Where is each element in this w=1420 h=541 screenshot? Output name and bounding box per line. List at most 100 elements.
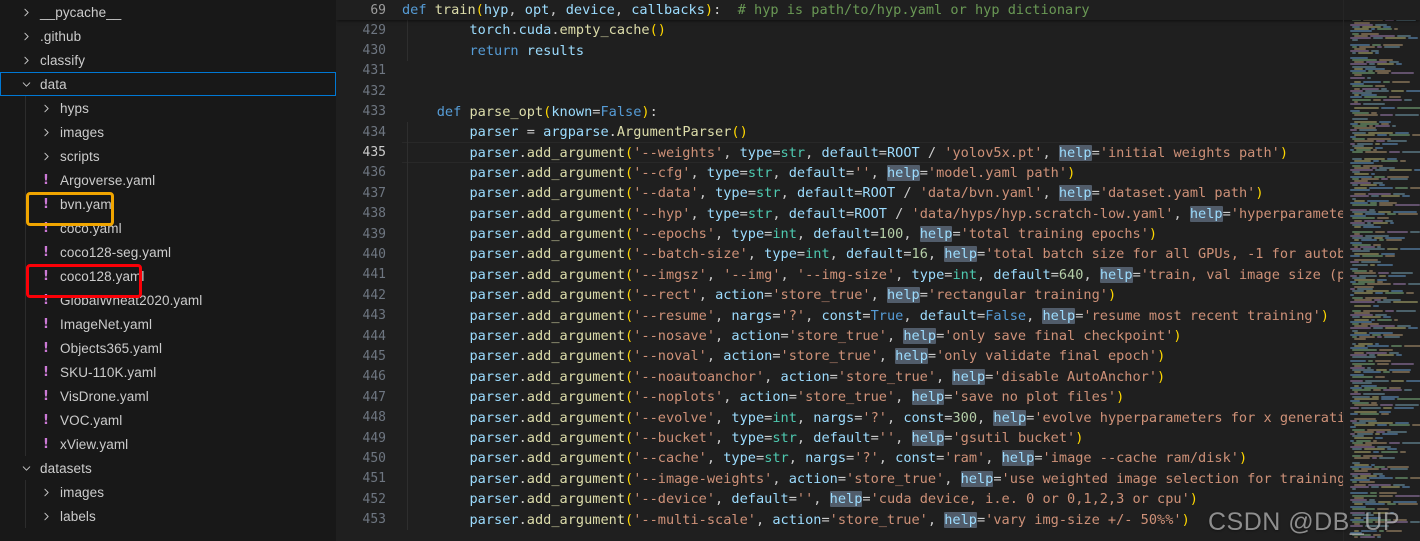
tree-item-classify[interactable]: classify [0,48,336,72]
yaml-file-icon: ! [43,196,49,212]
chevron-right-icon [38,124,54,140]
minimap-line [1350,103,1361,105]
minimap-line [1404,345,1420,347]
minimap-line [1379,239,1384,242]
code-line-446[interactable]: 446 parser.add_argument('--noautoanchor'… [336,367,1420,387]
tree-item-objects365-yaml[interactable]: ! Objects365.yaml [0,336,336,360]
code-line-435[interactable]: 435 parser.add_argument('--weights', typ… [336,142,1420,163]
minimap-line [1375,125,1390,127]
tree-item-label: coco128-seg.yaml [60,244,172,260]
chevron-right-icon [38,148,54,164]
code-line-436[interactable]: 436 parser.add_argument('--cfg', type=st… [336,163,1420,183]
tree-item-coco-yaml[interactable]: ! coco.yaml [0,216,336,240]
tree-item-coco128-yaml[interactable]: ! coco128.yaml [0,264,336,288]
minimap[interactable] [1343,0,1420,541]
minimap-line [1375,375,1385,378]
code-line-443[interactable]: 443 parser.add_argument('--resume', narg… [336,305,1420,325]
tree-item-images[interactable]: images [0,120,336,144]
minimap-line [1389,133,1410,136]
code-line-441[interactable]: 441 parser.add_argument('--imgsz', '--im… [336,265,1420,285]
minimap-line [1361,406,1381,409]
minimap-line [1354,338,1366,341]
line-code: parser.add_argument('--resume', nargs='?… [469,307,1329,324]
code-line-450[interactable]: 450 parser.add_argument('--cache', type=… [336,448,1420,468]
tree-item-label: ImageNet.yaml [60,316,153,332]
code-line-448[interactable]: 448 parser.add_argument('--evolve', type… [336,407,1420,427]
code-line-430[interactable]: 430 return results [336,40,1420,60]
tree-item-datasets[interactable]: datasets [0,456,336,480]
minimap-line [1352,375,1373,378]
minimap-line [1394,406,1414,409]
minimap-line [1387,503,1396,506]
minimap-line [1371,485,1379,488]
code-line-433[interactable]: 433 def parse_opt(known=False): [336,102,1420,122]
tree-item--pycache-[interactable]: __pycache__ [0,0,336,24]
tree-item-globalwheat2020-yaml[interactable]: ! GlobalWheat2020.yaml [0,288,336,312]
chevron-down-icon [18,76,34,92]
minimap-line [1391,72,1414,75]
tree-item-xview-yaml[interactable]: ! xView.yaml [0,432,336,456]
line-code: parser.add_argument('--evolve', type=int… [469,409,1379,426]
line-code: torch.cuda.empty_cache() [469,22,666,39]
tree-item-label: images [60,484,105,500]
tree-item--github[interactable]: .github [0,24,336,48]
minimap-line [1391,345,1402,347]
code-line-452[interactable]: 452 parser.add_argument('--device', defa… [336,489,1420,509]
code-line-445[interactable]: 445 parser.add_argument('--noval', actio… [336,346,1420,366]
minimap-line [1397,397,1420,400]
code-line-447[interactable]: 447 parser.add_argument('--noplots', act… [336,387,1420,407]
minimap-line [1354,114,1378,116]
minimap-line [1373,98,1381,101]
line-code: parser.add_argument('--nosave', action='… [469,328,1182,345]
code-editor[interactable]: 69 def train(hyp, opt, device, callbacks… [336,0,1420,541]
tree-item-sku-110k-yaml[interactable]: ! SKU-110K.yaml [0,360,336,384]
code-lines-container[interactable]: 429 torch.cuda.empty_cache() 430 return r… [336,20,1420,541]
code-line-444[interactable]: 444 parser.add_argument('--nosave', acti… [336,326,1420,346]
tree-item-scripts[interactable]: scripts [0,144,336,168]
code-line-440[interactable]: 440 parser.add_argument('--batch-size', … [336,244,1420,264]
code-line-431[interactable]: 431 [336,61,1420,81]
tree-item-bvn-yaml[interactable]: ! bvn.yaml [0,192,336,216]
tree-item-hyps[interactable]: hyps [0,96,336,120]
code-line-434[interactable]: 434 parser = argparse.ArgumentParser() [336,122,1420,142]
minimap-line [1395,186,1408,189]
line-number: 437 [362,185,386,201]
code-line-437[interactable]: 437 parser.add_argument('--data', type=s… [336,183,1420,203]
tree-item-coco128-seg-yaml[interactable]: ! coco128-seg.yaml [0,240,336,264]
code-line-429[interactable]: 429 torch.cuda.empty_cache() [336,20,1420,40]
code-line-438[interactable]: 438 parser.add_argument('--hyp', type=st… [336,204,1420,224]
explorer-sidebar[interactable]: __pycache__ .github classify data hyps images… [0,0,336,541]
minimap-line [1402,195,1410,198]
minimap-line [1410,521,1420,523]
minimap-line [1363,371,1381,374]
tree-item-label: __pycache__ [40,4,122,20]
tree-item-visdrone-yaml[interactable]: ! VisDrone.yaml [0,384,336,408]
code-line-449[interactable]: 449 parser.add_argument('--bucket', type… [336,428,1420,448]
minimap-line [1383,98,1402,101]
code-line-439[interactable]: 439 parser.add_argument('--epochs', type… [336,224,1420,244]
tree-item-voc-yaml[interactable]: ! VOC.yaml [0,408,336,432]
code-line-442[interactable]: 442 parser.add_argument('--rect', action… [336,285,1420,305]
tree-item-labels[interactable]: labels [0,504,336,528]
tree-item-data[interactable]: data [0,72,336,96]
minimap-line [1391,362,1414,365]
sticky-scroll-header[interactable]: 69 def train(hyp, opt, device, callbacks… [336,0,1420,20]
code-line-453[interactable]: 453 parser.add_argument('--multi-scale',… [336,509,1420,529]
minimap-line [1352,204,1377,207]
code-line-432[interactable]: 432 [336,81,1420,101]
yaml-file-icon: ! [43,412,49,428]
minimap-line [1392,81,1410,83]
file-tree[interactable]: __pycache__ .github classify data hyps images… [0,0,336,528]
minimap-line [1352,356,1376,358]
code-line-451[interactable]: 451 parser.add_argument('--image-weights… [336,469,1420,489]
tree-item-images[interactable]: images [0,480,336,504]
minimap-line [1369,186,1393,189]
line-number: 432 [362,83,386,99]
tree-item-argoverse-yaml[interactable]: ! Argoverse.yaml [0,168,336,192]
minimap-line [1384,336,1400,339]
minimap-line [1358,52,1373,55]
tree-item-imagenet-yaml[interactable]: ! ImageNet.yaml [0,312,336,336]
minimap-line [1396,309,1416,312]
minimap-line [1377,63,1394,66]
minimap-line [1354,133,1375,136]
